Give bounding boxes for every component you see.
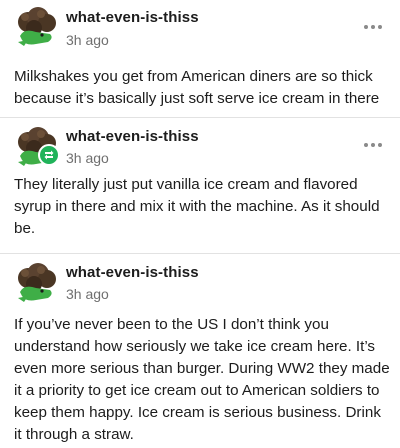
- timestamp: 3h ago: [66, 286, 109, 302]
- frog-avatar-icon: [18, 263, 56, 302]
- frog-avatar-icon: [18, 7, 56, 46]
- post-body: Milkshakes you get from American diners …: [14, 68, 380, 107]
- avatar[interactable]: [14, 262, 60, 308]
- post-body: If you’ve never been to the US I don’t t…: [14, 316, 390, 443]
- post-1: what-even-is-thiss 3h ago Milkshakes you…: [0, 0, 400, 120]
- post-2: what-even-is-thiss 3h ago They literally…: [0, 118, 400, 253]
- ellipsis-icon[interactable]: [364, 24, 382, 30]
- timestamp: 3h ago: [66, 150, 109, 166]
- username[interactable]: what-even-is-thiss: [66, 128, 199, 145]
- post-body: They literally just put vanilla ice crea…: [14, 176, 380, 237]
- username[interactable]: what-even-is-thiss: [66, 264, 199, 281]
- post-3: what-even-is-thiss 3h ago If you’ve neve…: [0, 254, 400, 448]
- avatar[interactable]: [14, 6, 60, 52]
- timestamp: 3h ago: [66, 32, 109, 48]
- ellipsis-icon[interactable]: [364, 142, 382, 148]
- username[interactable]: what-even-is-thiss: [66, 9, 199, 26]
- reblog-icon: [38, 144, 60, 166]
